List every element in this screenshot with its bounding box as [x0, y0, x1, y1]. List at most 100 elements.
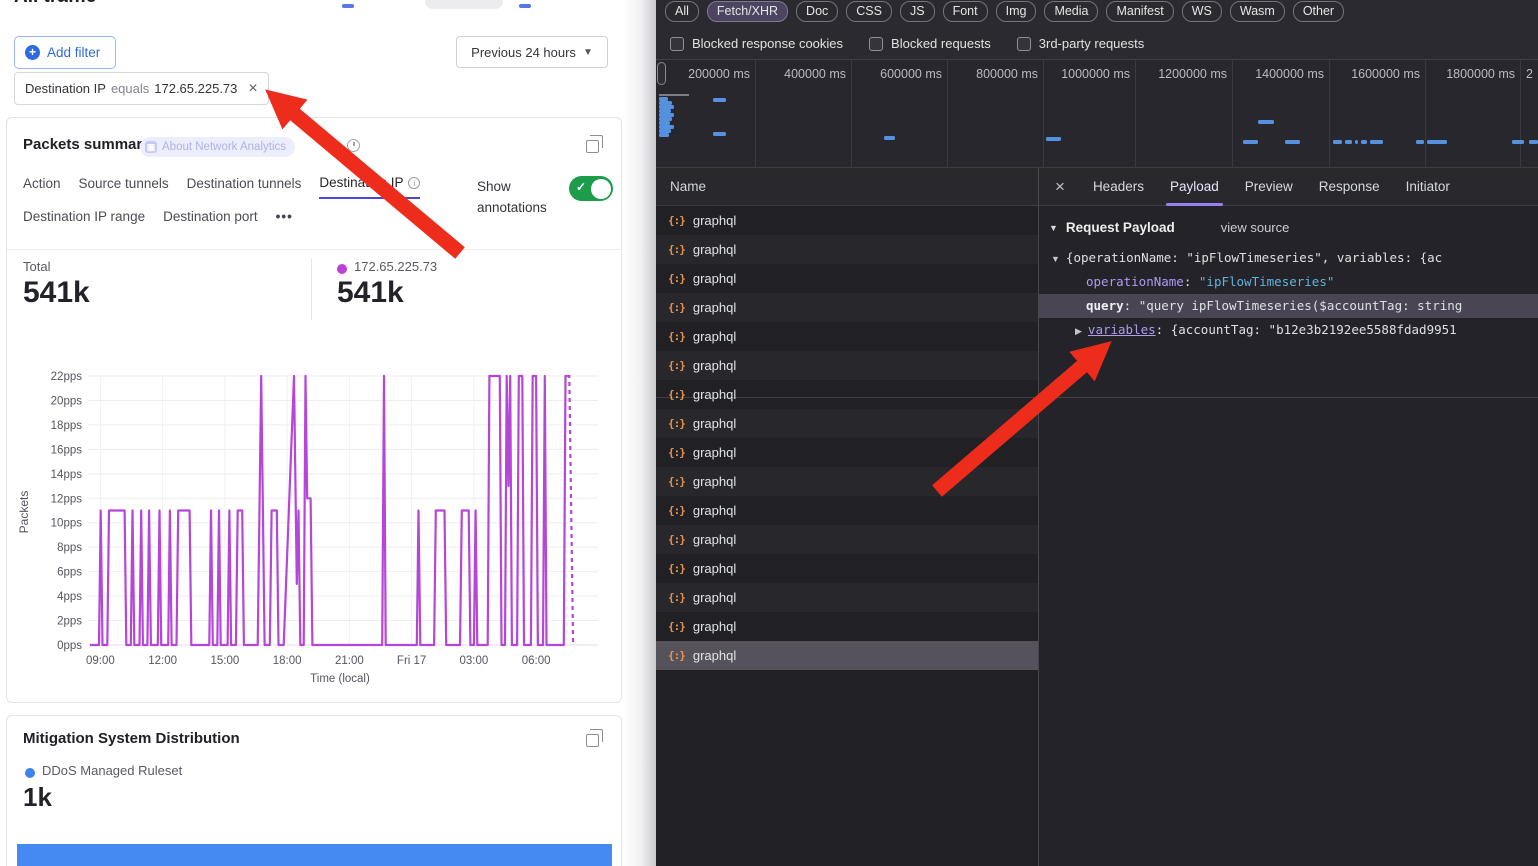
filter-pill-all[interactable]: All: [665, 1, 699, 22]
request-timeline-dash: [1512, 140, 1524, 144]
copy-card-icon[interactable]: [586, 734, 599, 747]
request-row[interactable]: {:}graphql: [656, 293, 1038, 322]
series-legend-label: 172.65.225.73: [354, 259, 437, 274]
ruler-tick-label: 400000 ms: [784, 67, 846, 81]
detail-tab-headers[interactable]: Headers: [1093, 168, 1144, 206]
request-name: graphql: [693, 300, 736, 315]
payload-line[interactable]: ▶variables: {accountTag: "b12e3b2192ee55…: [1039, 318, 1538, 342]
request-row[interactable]: {:}graphql: [656, 409, 1038, 438]
view-source-link[interactable]: view source: [1221, 220, 1290, 235]
collapse-triangle-icon[interactable]: ▼: [1049, 223, 1058, 233]
tab-label: Destination tunnels: [187, 176, 302, 191]
filter-value: 172.65.225.73: [154, 81, 237, 96]
json-braces-icon: {:}: [668, 504, 685, 517]
request-row[interactable]: {:}graphql: [656, 554, 1038, 583]
filter-pill-other[interactable]: Other: [1293, 1, 1344, 22]
filter-pill-wasm[interactable]: Wasm: [1230, 1, 1285, 22]
payload-line[interactable]: ▼{operationName: "ipFlowTimeseries", var…: [1039, 246, 1538, 270]
request-row[interactable]: {:}graphql: [656, 206, 1038, 235]
check-icon: ✓: [576, 180, 586, 194]
request-row[interactable]: {:}graphql: [656, 264, 1038, 293]
json-braces-icon: {:}: [668, 475, 685, 488]
request-row[interactable]: {:}graphql: [656, 583, 1038, 612]
network-overview-ruler[interactable]: 200000 ms400000 ms600000 ms800000 ms1000…: [656, 60, 1538, 168]
tab-action[interactable]: Action: [23, 175, 61, 199]
request-timeline-dash: [1345, 140, 1352, 144]
checkbox-3rd-party-requests[interactable]: 3rd-party requests: [1017, 36, 1145, 51]
copy-card-icon[interactable]: [586, 140, 599, 153]
request-name: graphql: [693, 213, 736, 228]
filter-pill-js[interactable]: JS: [900, 1, 935, 22]
request-row[interactable]: {:}graphql: [656, 612, 1038, 641]
expand-triangle-icon: ▶: [1075, 326, 1082, 336]
request-timeline-dash: [884, 136, 895, 140]
detail-tab-payload[interactable]: Payload: [1170, 168, 1219, 206]
request-row[interactable]: {:}graphql: [656, 467, 1038, 496]
tab-destination-ip-range[interactable]: Destination IP range: [23, 209, 145, 231]
tab-label: Destination IP range: [23, 209, 145, 224]
filter-pill-media[interactable]: Media: [1044, 1, 1098, 22]
request-row[interactable]: {:}graphql: [656, 235, 1038, 264]
request-name: graphql: [693, 619, 736, 634]
checkbox-blocked-requests[interactable]: Blocked requests: [869, 36, 991, 51]
payload-line[interactable]: query: "query ipFlowTimeseries($accountT…: [1039, 294, 1538, 318]
detail-tab-initiator[interactable]: Initiator: [1406, 168, 1450, 206]
tab-destination-tunnels[interactable]: Destination tunnels: [187, 175, 302, 199]
request-row[interactable]: {:}graphql: [656, 641, 1038, 670]
remove-filter-icon[interactable]: ×: [248, 81, 257, 97]
ruler-tick-label: 1200000 ms: [1158, 67, 1227, 81]
filter-pill-fetch-xhr[interactable]: Fetch/XHR: [707, 1, 788, 22]
close-icon[interactable]: ×: [1055, 177, 1065, 197]
detail-tab-bar: × Headers Payload Preview Response Initiator: [1039, 168, 1538, 206]
toggle-knob: [591, 179, 611, 199]
series-legend-dot: [337, 264, 347, 274]
filter-pill-font[interactable]: Font: [943, 1, 988, 22]
dimension-tabs-row-1: Action Source tunnels Destination tunnels D…: [23, 175, 420, 199]
more-tabs-button[interactable]: •••: [276, 209, 293, 231]
filter-pill-img[interactable]: Img: [996, 1, 1037, 22]
request-row[interactable]: {:}graphql: [656, 380, 1038, 409]
ruler-tick-label: 600000 ms: [880, 67, 942, 81]
request-row[interactable]: {:}graphql: [656, 496, 1038, 525]
checkbox-blocked-response-cookies[interactable]: Blocked response cookies: [670, 36, 843, 51]
ruler-gridline: [1425, 60, 1426, 168]
request-payload-title: Request Payload: [1066, 220, 1175, 235]
payload-token: :: [1184, 274, 1199, 289]
time-range-select[interactable]: Previous 24 hours ▼: [456, 36, 608, 68]
request-row[interactable]: {:}graphql: [656, 438, 1038, 467]
name-column-header[interactable]: Name: [656, 168, 1038, 206]
about-network-analytics-badge[interactable]: ▣ About Network Analytics: [140, 137, 295, 157]
request-name: graphql: [693, 271, 736, 286]
filter-pill-doc[interactable]: Doc: [796, 1, 838, 22]
filter-pill-manifest[interactable]: Manifest: [1106, 1, 1173, 22]
overview-handle[interactable]: [657, 62, 666, 85]
badge-label: About Network Analytics: [162, 141, 286, 153]
tab-destination-ip[interactable]: Destination IPi: [319, 175, 420, 199]
payload-token: query: [1086, 298, 1124, 313]
total-value: 541k: [23, 276, 90, 310]
request-row[interactable]: {:}graphql: [656, 322, 1038, 351]
request-stack-cap: [659, 94, 689, 96]
filter-chip[interactable]: Destination IP equals 172.65.225.73 ×: [14, 72, 269, 105]
tab-source-tunnels[interactable]: Source tunnels: [79, 175, 169, 199]
devtools-checkbox-row: Blocked response cookies Blocked requests…: [656, 28, 1538, 60]
request-name: graphql: [693, 590, 736, 605]
json-braces-icon: {:}: [668, 388, 685, 401]
chevron-down-icon: ▼: [583, 47, 593, 58]
payload-token: {operationName: "ipFlowTimeseries", vari…: [1066, 250, 1442, 265]
request-row[interactable]: {:}graphql: [656, 525, 1038, 554]
request-row[interactable]: {:}graphql: [656, 351, 1038, 380]
packets-summary-title: Packets summary: [23, 136, 151, 153]
filter-pill-ws[interactable]: WS: [1182, 1, 1222, 22]
show-annotations-toggle[interactable]: ✓: [569, 176, 613, 201]
ruler-tick-label: 1800000 ms: [1446, 67, 1515, 81]
filter-pill-css[interactable]: CSS: [846, 1, 892, 22]
ruler-tick-label: 2: [1526, 67, 1533, 81]
add-filter-button[interactable]: + Add filter: [14, 36, 116, 69]
detail-tab-preview[interactable]: Preview: [1245, 168, 1293, 206]
detail-tab-response[interactable]: Response: [1319, 168, 1380, 206]
tab-destination-port[interactable]: Destination port: [163, 209, 258, 231]
request-timeline-dash: [713, 98, 726, 102]
screenshot-artifact-line: [656, 397, 1538, 398]
payload-line[interactable]: operationName: "ipFlowTimeseries": [1039, 270, 1538, 294]
